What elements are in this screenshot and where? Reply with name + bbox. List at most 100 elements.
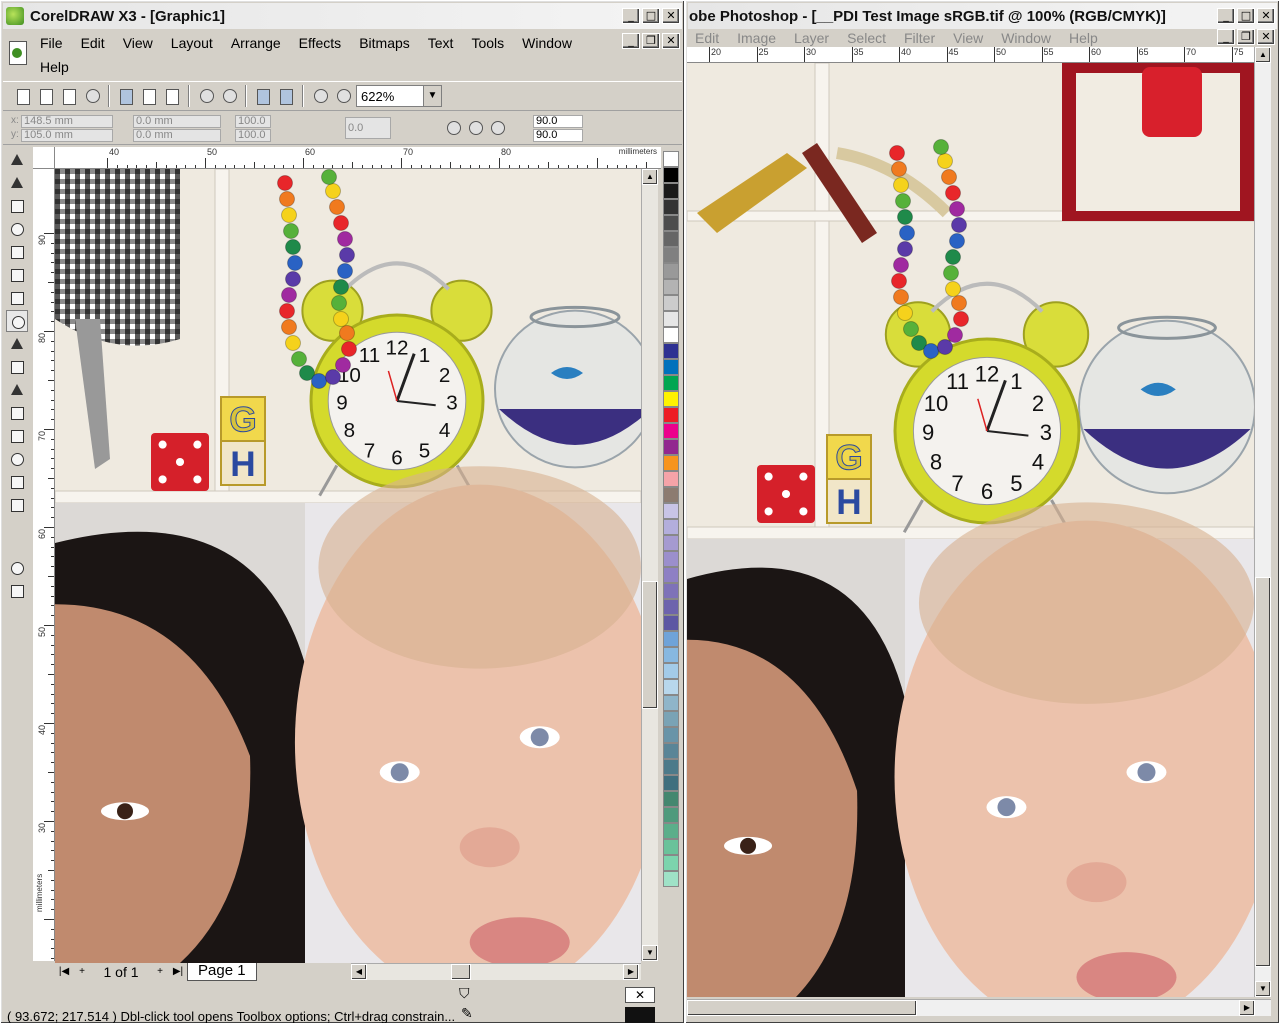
palette-swatch[interactable] xyxy=(663,727,679,743)
doc-minimize-button[interactable]: _ xyxy=(622,33,640,49)
shape-tool-icon[interactable] xyxy=(6,172,28,194)
chevron-down-icon[interactable]: ▼ xyxy=(423,86,441,106)
end-angle-field[interactable]: 90.0 xyxy=(533,129,583,142)
page-tab[interactable]: Page 1 xyxy=(187,963,257,981)
scroll-right-arrow[interactable]: ▶ xyxy=(623,964,639,980)
scroll-up-arrow[interactable]: ▲ xyxy=(642,169,658,185)
no-fill-swatch[interactable]: ✕ xyxy=(625,987,655,1003)
start-angle-field[interactable]: 90.0 xyxy=(533,115,583,128)
palette-swatch[interactable] xyxy=(663,215,679,231)
ellipse-tool-icon[interactable] xyxy=(6,310,28,332)
hand-icon[interactable] xyxy=(6,580,28,602)
maximize-button[interactable]: □ xyxy=(642,8,660,24)
polygon-tool-icon[interactable] xyxy=(6,333,28,355)
palette-swatch[interactable] xyxy=(663,631,679,647)
paste-icon[interactable] xyxy=(162,86,182,106)
height-field[interactable]: 0.0 mm xyxy=(133,129,221,142)
zoom-tool-icon[interactable] xyxy=(6,218,28,240)
first-page-icon[interactable]: |◀ xyxy=(55,964,73,980)
scroll-down-arrow[interactable]: ▼ xyxy=(642,945,658,961)
menu-bitmaps[interactable]: Bitmaps xyxy=(350,31,419,55)
interactive-blend-icon[interactable] xyxy=(6,402,28,424)
crop-tool-icon[interactable] xyxy=(6,195,28,217)
rectangle-tool-icon[interactable] xyxy=(6,287,28,309)
print-icon[interactable] xyxy=(82,86,102,106)
palette-swatch[interactable] xyxy=(663,407,679,423)
palette-swatch[interactable] xyxy=(663,279,679,295)
menu-tools[interactable]: Tools xyxy=(462,31,513,55)
bitmap-image[interactable]: 12 1234567891011GH xyxy=(55,169,641,963)
palette-swatch[interactable] xyxy=(663,599,679,615)
ps-horizontal-ruler[interactable]: 20 25 30 35 40 45 50 55 60 65 70 75 xyxy=(687,47,1254,63)
outline-color-swatch[interactable] xyxy=(625,1007,655,1023)
ps-scroll-down-arrow[interactable]: ▼ xyxy=(1255,981,1271,997)
basic-shapes-icon[interactable] xyxy=(6,356,28,378)
y-position-field[interactable]: 105.0 mm xyxy=(21,129,113,142)
menu-layout[interactable]: Layout xyxy=(162,31,222,55)
fill-tool-icon[interactable] xyxy=(6,471,28,493)
ruler-origin[interactable] xyxy=(33,147,55,169)
close-button[interactable]: ✕ xyxy=(662,8,680,24)
horizontal-scrollbar[interactable]: ◀ ▶ xyxy=(351,963,641,980)
x-position-field[interactable]: 148.5 mm xyxy=(21,115,113,128)
palette-swatch[interactable] xyxy=(663,455,679,471)
palette-swatch[interactable] xyxy=(663,567,679,583)
freehand-tool-icon[interactable] xyxy=(6,241,28,263)
ps-menu-filter[interactable]: Filter xyxy=(895,29,944,47)
palette-swatch[interactable] xyxy=(663,295,679,311)
palette-swatch[interactable] xyxy=(663,151,679,167)
palette-swatch[interactable] xyxy=(663,471,679,487)
add-page-after-icon[interactable]: + xyxy=(151,964,169,980)
doc-close-button[interactable]: ✕ xyxy=(662,33,680,49)
ps-doc-minimize-button[interactable]: _ xyxy=(1217,29,1235,45)
scroll-thumb[interactable] xyxy=(642,581,658,709)
palette-swatch[interactable] xyxy=(663,823,679,839)
palette-swatch[interactable] xyxy=(663,263,679,279)
palette-swatch[interactable] xyxy=(663,775,679,791)
ps-menu-layer[interactable]: Layer xyxy=(785,29,838,47)
palette-swatch[interactable] xyxy=(663,791,679,807)
menu-window[interactable]: Window xyxy=(513,31,581,55)
palette-swatch[interactable] xyxy=(663,647,679,663)
palette-swatch[interactable] xyxy=(663,583,679,599)
interactive-fill-icon[interactable] xyxy=(6,494,28,516)
ps-scroll-up-arrow[interactable]: ▲ xyxy=(1255,47,1271,63)
palette-swatch[interactable] xyxy=(663,855,679,871)
palette-swatch[interactable] xyxy=(663,199,679,215)
smart-fill-icon[interactable] xyxy=(6,264,28,286)
last-page-icon[interactable]: ▶| xyxy=(169,964,187,980)
palette-swatch[interactable] xyxy=(663,487,679,503)
ps-maximize-button[interactable]: □ xyxy=(1237,8,1255,24)
open-icon[interactable] xyxy=(36,86,56,106)
ps-menu-view[interactable]: View xyxy=(944,29,992,47)
menu-edit[interactable]: Edit xyxy=(72,31,114,55)
palette-swatch[interactable] xyxy=(663,423,679,439)
save-icon[interactable] xyxy=(59,86,79,106)
ps-horizontal-scrollbar[interactable]: ▶ xyxy=(687,999,1271,1016)
palette-swatch[interactable] xyxy=(663,327,679,343)
menu-file[interactable]: File xyxy=(31,31,72,55)
palette-swatch[interactable] xyxy=(663,759,679,775)
palette-swatch[interactable] xyxy=(663,695,679,711)
scale-y-field[interactable]: 100.0 xyxy=(235,129,271,142)
add-page-before-icon[interactable]: + xyxy=(73,964,91,980)
eyedropper-icon[interactable] xyxy=(6,425,28,447)
ps-scroll-right-arrow[interactable]: ▶ xyxy=(1239,1000,1255,1016)
pie-icon[interactable] xyxy=(465,118,485,138)
cut-icon[interactable] xyxy=(116,86,136,106)
ps-menu-window[interactable]: Window xyxy=(992,29,1060,47)
import-icon[interactable] xyxy=(253,86,273,106)
palette-swatch[interactable] xyxy=(663,375,679,391)
palette-swatch[interactable] xyxy=(663,871,679,887)
palette-swatch[interactable] xyxy=(663,519,679,535)
photoshop-titlebar[interactable]: obe Photoshop - [__PDI Test Image sRGB.t… xyxy=(688,3,1277,29)
palette-swatch[interactable] xyxy=(663,231,679,247)
coreldraw-app-icon[interactable] xyxy=(6,7,24,25)
ps-menu-help[interactable]: Help xyxy=(1060,29,1107,47)
palette-swatch[interactable] xyxy=(663,679,679,695)
application-launcher-icon[interactable] xyxy=(310,86,330,106)
palette-swatch[interactable] xyxy=(663,535,679,551)
minimize-button[interactable]: _ xyxy=(622,8,640,24)
ellipse-icon[interactable] xyxy=(443,118,463,138)
palette-swatch[interactable] xyxy=(663,743,679,759)
